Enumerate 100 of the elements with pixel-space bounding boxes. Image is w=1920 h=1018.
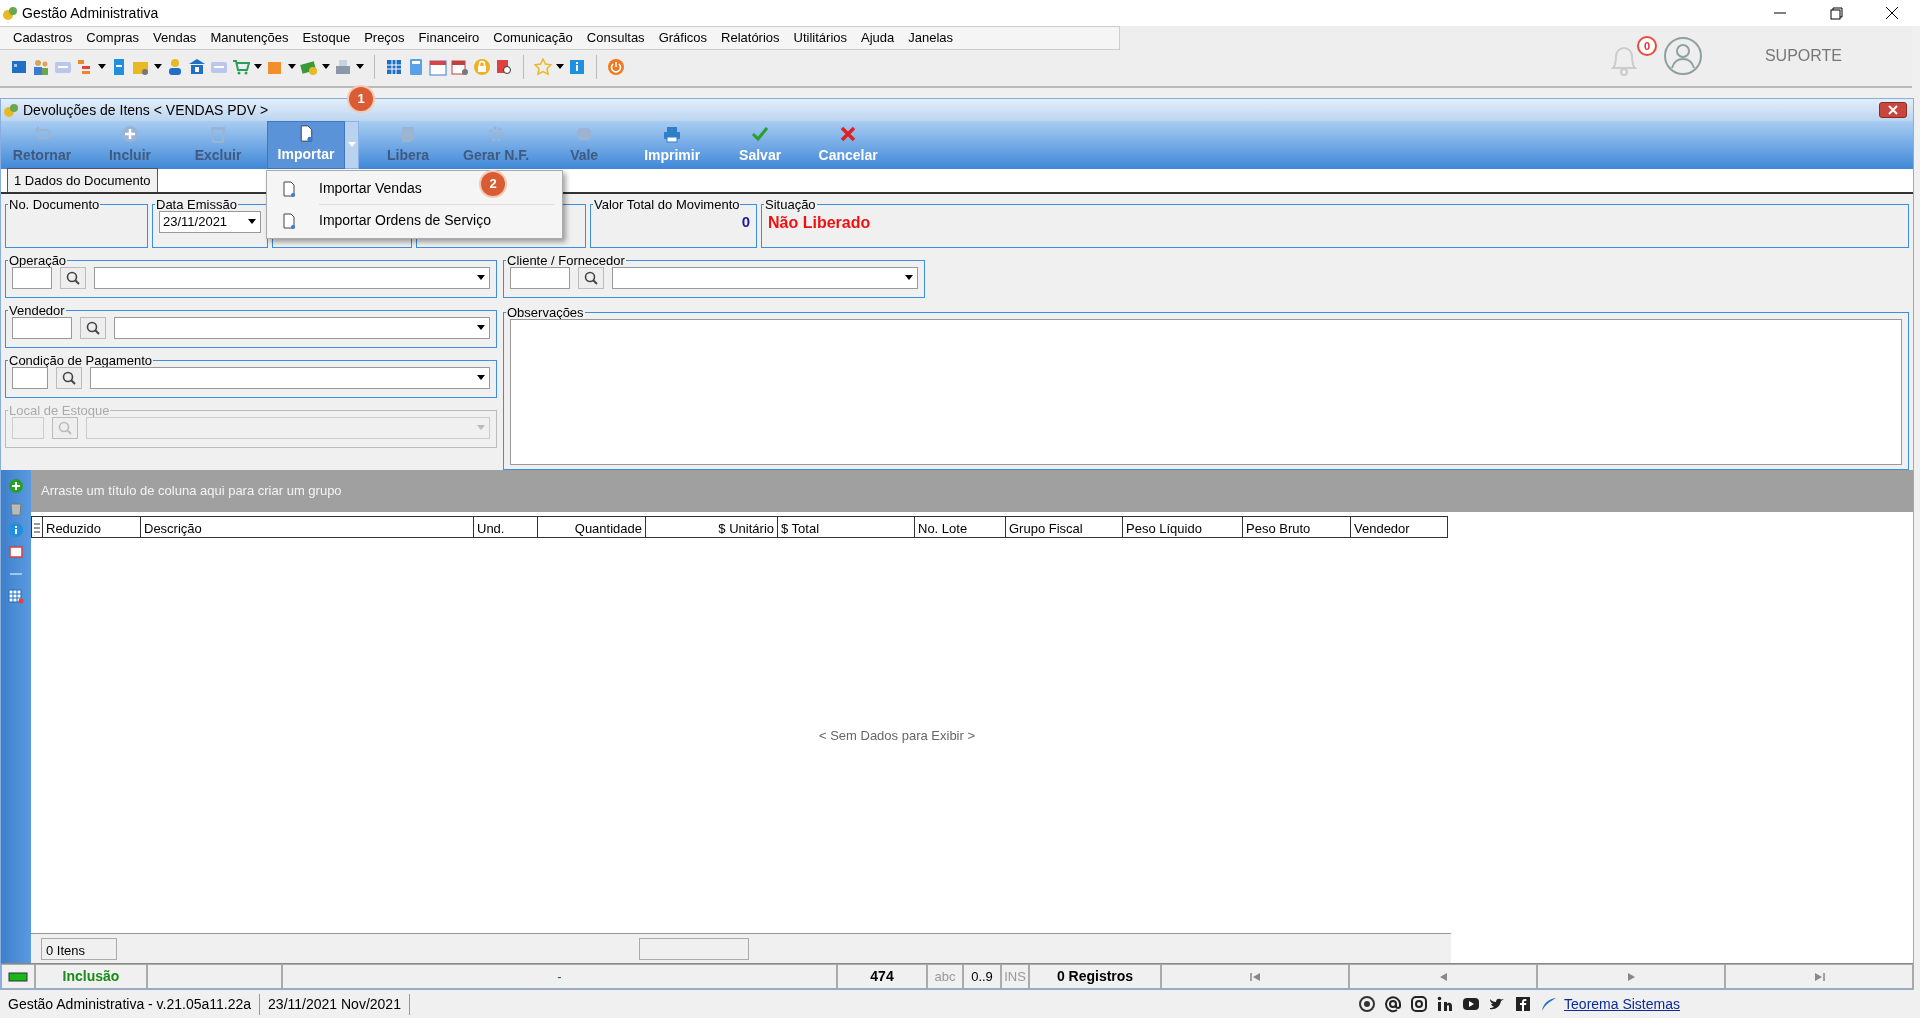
menu-item[interactable]: Vendas xyxy=(148,28,206,48)
dropdown-field[interactable] xyxy=(94,267,490,289)
column-header[interactable]: Und. xyxy=(474,516,538,538)
menu-item[interactable]: Manutenções xyxy=(205,28,298,48)
printer-icon xyxy=(662,124,683,144)
status-led-icon xyxy=(8,971,28,982)
caret-icon[interactable] xyxy=(322,64,330,70)
status-indicator: INS xyxy=(1001,964,1029,989)
menu-item[interactable]: Preços xyxy=(359,28,414,48)
search-icon xyxy=(65,270,81,286)
menu-item[interactable]: Janelas xyxy=(903,28,963,48)
person-icon[interactable] xyxy=(166,58,184,76)
caret-icon[interactable] xyxy=(154,64,162,70)
square-f-icon[interactable] xyxy=(1514,995,1533,1013)
caret-icon[interactable] xyxy=(288,64,296,70)
field-label: Cliente / Fornecedor xyxy=(506,254,626,267)
column-chooser-icon[interactable] xyxy=(31,516,43,538)
people-icon[interactable] xyxy=(32,58,50,76)
trash-icon xyxy=(208,124,228,144)
menu-item[interactable]: Consultas xyxy=(581,28,654,48)
table-icon[interactable] xyxy=(385,58,403,76)
code-field[interactable] xyxy=(510,267,570,289)
window-title: Devoluções de Itens < VENDAS PDV > xyxy=(23,100,269,120)
dropdown-field[interactable] xyxy=(90,367,490,389)
code-field[interactable] xyxy=(12,367,48,389)
tile-icon[interactable] xyxy=(10,58,28,76)
support-icon[interactable] xyxy=(1358,995,1377,1013)
version-label: Gestão Administrativa - v.21.05a11.22a xyxy=(0,993,261,1015)
caret-icon[interactable] xyxy=(356,64,364,70)
calendar-icon[interactable] xyxy=(451,58,469,76)
step-badge: 2 xyxy=(481,172,505,196)
menu-item[interactable]: Importar Ordens de Serviço xyxy=(269,205,503,236)
column-header[interactable]: Quantidade xyxy=(538,516,646,538)
tab[interactable]: 1 Dados do Documento xyxy=(7,167,158,192)
code-field[interactable] xyxy=(12,267,52,289)
search-button[interactable] xyxy=(56,367,82,389)
last-record-icon[interactable] xyxy=(1812,971,1826,982)
caret-icon[interactable] xyxy=(254,64,262,70)
status-field: 474 xyxy=(837,964,927,989)
at-sign-icon[interactable] xyxy=(1384,995,1403,1013)
menu-item[interactable]: Gráficos xyxy=(653,28,717,48)
menu-item[interactable]: Utilitários xyxy=(788,28,857,48)
column-header[interactable]: Peso Bruto xyxy=(1243,516,1351,538)
column-header[interactable]: Grupo Fiscal xyxy=(1006,516,1123,538)
user-name[interactable]: SUPORTE xyxy=(1764,44,1842,68)
power-icon[interactable] xyxy=(607,58,625,76)
search-button[interactable] xyxy=(60,267,86,289)
search-button[interactable] xyxy=(578,267,604,289)
info-icon[interactable] xyxy=(8,522,24,538)
dropdown-field[interactable] xyxy=(114,317,490,339)
search-icon xyxy=(57,420,73,436)
dropdown-field[interactable] xyxy=(612,267,918,289)
column-header[interactable]: Descrição xyxy=(141,516,474,538)
field-label: Operação xyxy=(8,254,68,267)
menu-item[interactable]: Importar Vendas xyxy=(269,173,434,204)
column-header[interactable]: No. Lote xyxy=(915,516,1006,538)
document-icon xyxy=(281,211,297,230)
table-icon[interactable] xyxy=(8,588,24,604)
column-header[interactable]: $ Unitário xyxy=(646,516,778,538)
column-header[interactable]: Vendedor xyxy=(1351,516,1448,538)
star-icon[interactable] xyxy=(534,58,552,76)
trash-icon[interactable] xyxy=(8,500,24,516)
date-field[interactable]: 23/11/2021 xyxy=(159,211,261,233)
calendar-icon[interactable] xyxy=(429,58,447,76)
menu-item[interactable]: Ajuda xyxy=(856,28,904,48)
menu-item[interactable]: Compras xyxy=(81,28,148,48)
field-label: Data Emissão xyxy=(155,198,238,211)
caret-icon xyxy=(477,375,485,381)
step-badge: 1 xyxy=(349,87,373,111)
close-button[interactable] xyxy=(1879,102,1907,118)
column-header[interactable]: $ Total xyxy=(778,516,915,538)
search-button[interactable] xyxy=(80,317,106,339)
status-indicator: abc xyxy=(927,964,963,989)
caret-icon xyxy=(347,142,356,148)
search-icon xyxy=(85,320,101,336)
caret-icon[interactable] xyxy=(556,64,564,70)
status-indicator: 0..9 xyxy=(963,964,1001,989)
menu-item[interactable]: Relatórios xyxy=(716,28,789,48)
caret-icon xyxy=(248,219,256,225)
field-label: Observações xyxy=(506,306,585,319)
item-count: 0 Itens xyxy=(41,937,117,960)
bank-icon[interactable] xyxy=(188,58,206,76)
network-icon[interactable] xyxy=(1436,995,1455,1013)
menu-item[interactable]: Financeiro xyxy=(413,28,489,48)
code-field[interactable] xyxy=(12,317,72,339)
user-avatar-icon[interactable] xyxy=(1662,36,1703,76)
first-record-icon[interactable] xyxy=(1248,971,1262,982)
plus-circle-icon[interactable] xyxy=(8,478,24,494)
menu-item[interactable]: Comunicação xyxy=(488,28,582,48)
dropdown-toggle[interactable] xyxy=(345,121,359,169)
report-search-icon[interactable] xyxy=(495,58,513,76)
camera-icon[interactable] xyxy=(1410,995,1429,1013)
calculator-icon[interactable] xyxy=(407,58,425,76)
menu-item[interactable]: Cadastros xyxy=(8,28,82,48)
column-header[interactable]: Reduzido xyxy=(43,516,141,538)
website-link[interactable]: Teorema Sistemas xyxy=(1564,993,1680,1015)
column-header[interactable]: Peso Líquido xyxy=(1123,516,1243,538)
play-icon[interactable] xyxy=(1462,995,1481,1013)
caret-icon[interactable] xyxy=(98,64,106,70)
menu-item[interactable]: Estoque xyxy=(297,28,360,48)
